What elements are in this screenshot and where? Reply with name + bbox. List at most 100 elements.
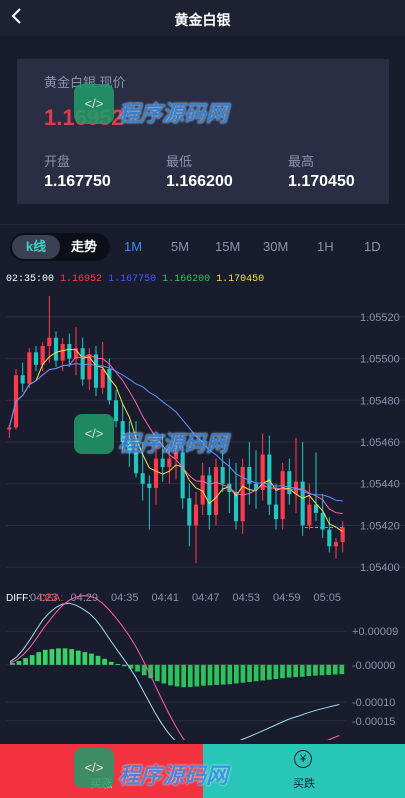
candle: [273, 504, 279, 520]
price-tick-label: 1.05520: [360, 312, 400, 324]
macd-bar: [260, 664, 266, 681]
price-card: 黄金白银 现价 1.16952 开盘 1.167750 最低 1.166200 …: [17, 59, 389, 204]
watermark-logo-icon: </>: [74, 414, 114, 454]
macd-bar: [293, 664, 299, 678]
macd-bar: [69, 649, 75, 665]
candle: [67, 343, 72, 359]
macd-bar: [89, 653, 94, 665]
macd-bar: [161, 664, 167, 684]
high-value: 1.170450: [288, 173, 355, 190]
price-tick-label: 1.05500: [360, 354, 400, 366]
yen-circle-icon: ¥: [294, 750, 312, 768]
macd-bar: [313, 664, 318, 676]
candle: [107, 369, 112, 401]
high-label: 最高: [288, 154, 315, 169]
ohlc-time: 02:35:00: [6, 274, 55, 285]
watermark-text: 程序源码网: [118, 101, 229, 126]
macd-bar: [286, 664, 292, 678]
macd-bar: [23, 658, 28, 665]
candle: [187, 498, 192, 526]
macd-bar: [75, 650, 81, 665]
macd-bar: [240, 664, 246, 683]
kline-chart[interactable]: 1.05520 1.05500 1.05480 1.05460 1.05440 1.054…: [0, 270, 405, 740]
macd-bar: [115, 664, 121, 666]
macd-bar: [194, 664, 200, 687]
macd-bar: [62, 648, 68, 665]
macd-tick-label: -0.00015: [352, 716, 395, 728]
open-label: 开盘: [44, 154, 71, 169]
candle: [20, 375, 25, 384]
candle: [140, 473, 145, 484]
chart-mode-toggle: k线 走势: [10, 233, 110, 261]
timeframe-1m[interactable]: 1M: [124, 239, 142, 254]
macd-bar: [135, 664, 140, 672]
buy-down-label: 买跌: [293, 778, 315, 790]
macd-bar: [339, 664, 345, 675]
dea-label: DEA:: [39, 593, 64, 604]
open-value: 1.167750: [44, 173, 111, 190]
timeframe-5m[interactable]: 5M: [171, 239, 189, 254]
macd-bar: [56, 648, 61, 665]
macd-bar: [174, 664, 180, 687]
macd-bar: [201, 664, 206, 686]
candle: [153, 458, 159, 488]
macd-bar: [227, 664, 233, 685]
macd-bar: [29, 655, 35, 665]
timeframe-1h[interactable]: 1H: [317, 239, 334, 254]
low-value: 1.166200: [166, 173, 233, 190]
buy-down-button[interactable]: ¥ 买跌: [203, 744, 405, 798]
watermark-logo-icon: </>: [74, 748, 114, 788]
macd-bar: [326, 664, 331, 675]
macd-bar: [122, 664, 127, 667]
candle: [213, 467, 219, 515]
macd-bar: [214, 664, 219, 685]
timeframe-1d[interactable]: 1D: [364, 239, 381, 254]
candle: [53, 337, 59, 361]
page-title: 黄金白银: [174, 12, 231, 28]
trend-tab[interactable]: 走势: [60, 235, 108, 259]
macd-bar: [299, 664, 305, 677]
time-tick-label: 04:59: [273, 592, 301, 604]
macd-bar: [102, 658, 107, 665]
diff-label: DIFF:: [6, 593, 31, 604]
macd-bar: [332, 664, 338, 675]
watermark-text: 程序源码网: [118, 763, 229, 788]
timeframe-15m[interactable]: 15M: [215, 239, 240, 254]
candle: [7, 427, 12, 430]
kline-tab[interactable]: k线: [12, 235, 60, 259]
candle: [40, 346, 45, 365]
candle: [100, 369, 105, 388]
low-label: 最低: [166, 154, 193, 169]
macd-bar: [319, 664, 325, 676]
macd-bar: [36, 652, 42, 665]
candle: [47, 337, 52, 347]
macd-bar: [49, 649, 55, 665]
ohlc-readout: 02:35:00 1.16952 1.167750 1.166200 1.170…: [6, 274, 264, 285]
macd-legend: DIFF: DEA:: [6, 593, 63, 604]
ohlc-open: 1.167750: [108, 274, 157, 285]
timeframe-30m[interactable]: 30M: [263, 239, 288, 254]
candle: [307, 504, 312, 526]
macd-bar: [154, 664, 160, 682]
candle: [147, 483, 152, 488]
time-tick-label: 04:35: [111, 592, 139, 604]
candle: [340, 527, 345, 543]
time-tick-label: 04:47: [192, 592, 220, 604]
macd-bar: [207, 664, 213, 686]
candle: [180, 452, 185, 499]
macd-bar: [253, 664, 259, 682]
candle: [287, 471, 292, 495]
macd-bar: [187, 664, 193, 688]
candle: [193, 504, 199, 526]
price-tick-label: 1.05400: [360, 562, 400, 574]
price-tick-label: 1.05420: [360, 520, 400, 532]
watermark-text: 程序源码网: [118, 431, 229, 456]
candle: [280, 471, 285, 520]
candle: [160, 458, 165, 468]
top-bar: 黄金白银: [0, 0, 405, 36]
macd-bar: [42, 649, 48, 665]
time-tick-label: 04:53: [233, 592, 261, 604]
ohlc-high: 1.170450: [216, 274, 265, 285]
ohlc-low: 1.166200: [162, 274, 211, 285]
candle: [33, 352, 39, 365]
